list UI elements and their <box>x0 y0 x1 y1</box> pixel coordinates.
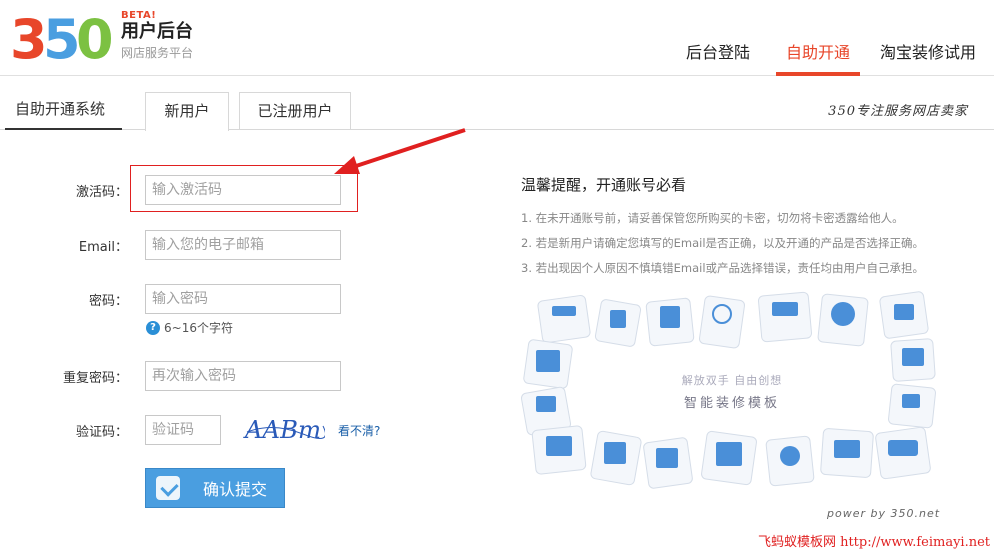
captcha-image[interactable]: AABm <box>243 412 325 444</box>
promo-glyph <box>902 348 924 366</box>
promo-glyph <box>831 302 855 326</box>
password-repeat-input[interactable] <box>145 361 341 391</box>
activation-code-input[interactable] <box>145 175 341 205</box>
promo-glyph <box>716 442 742 466</box>
password-repeat-label: 重复密码： <box>62 371 128 386</box>
activation-label: 激活码： <box>75 185 128 200</box>
tab-registered-user[interactable]: 已注册用户 <box>239 92 351 130</box>
promo-glyph <box>604 442 626 464</box>
checkmark-icon <box>156 476 180 500</box>
nav-self-activate[interactable]: 自助开通 <box>775 38 860 76</box>
promo-tile <box>758 291 812 343</box>
powered-by: power by 350.net <box>827 507 941 520</box>
promo-glyph <box>536 350 560 372</box>
notice-item: 1. 在未开通账号前，请妥善保管您所购买的卡密，切勿将卡密透露给他人。 <box>521 211 904 225</box>
promo-glyph <box>888 440 918 456</box>
promo-glyph <box>552 306 576 316</box>
logo-350[interactable]: 3 5 0 <box>10 12 112 64</box>
promo-glyph <box>536 396 556 412</box>
notice-item: 3. 若出现因个人原因不慎填错Email或产品选择错误，责任均由用户自己承担。 <box>521 261 925 275</box>
system-title: 自助开通系统 <box>5 92 122 130</box>
brand-subtitle: 网店服务平台 <box>121 46 194 60</box>
site-watermark: 飞蚂蚁模板网 http://www.feimayi.net <box>708 533 994 553</box>
email-label: Email： <box>78 240 128 255</box>
promo-title: 智能装修模板 <box>683 396 780 411</box>
top-nav: 后台登陆 自助开通 淘宝装修试用 <box>676 38 994 76</box>
notice-title: 温馨提醒，开通账号必看 <box>521 176 687 194</box>
promo-tile <box>537 295 591 343</box>
promo-glyph <box>834 440 860 458</box>
question-icon: ? <box>146 320 160 335</box>
brand-block: BETA! 用户后台 网店服务平台 <box>121 10 193 61</box>
promo-glyph <box>610 310 626 328</box>
promo-caption: 解放双手 自由创想 智能装修模板 <box>647 372 817 411</box>
password-hint-text: 6~16个字符 <box>164 321 233 335</box>
promo-glyph <box>656 448 678 468</box>
submit-button[interactable]: 确认提交 <box>145 468 285 508</box>
promo-glyph <box>660 306 680 328</box>
site-header: 3 5 0 BETA! 用户后台 网店服务平台 后台登陆 自助开通 淘宝装修试用 <box>0 0 994 76</box>
notice-list: 1. 在未开通账号前，请妥善保管您所购买的卡密，切勿将卡密透露给他人。 2. 若… <box>521 206 991 281</box>
nav-taobao-trial[interactable]: 淘宝装修试用 <box>870 38 994 76</box>
email-input[interactable] <box>145 230 341 260</box>
nav-login[interactable]: 后台登陆 <box>676 38 760 76</box>
beta-badge: BETA! <box>121 10 157 21</box>
promo-glyph <box>780 446 800 466</box>
tab-new-user[interactable]: 新用户 <box>145 92 229 131</box>
slogan: 350专注服务网店卖家 <box>828 104 968 119</box>
pointer-arrow-icon <box>334 128 466 174</box>
svg-text:0: 0 <box>76 12 112 64</box>
password-hint: ? 6~16个字符 <box>146 319 233 336</box>
submit-label: 确认提交 <box>203 482 268 499</box>
promo-glyph <box>546 436 572 456</box>
promo-glyph <box>902 394 920 408</box>
captcha-input[interactable] <box>145 415 221 445</box>
brand-title: 用户后台 <box>121 21 193 42</box>
svg-text:5: 5 <box>43 12 81 64</box>
password-input[interactable] <box>145 284 341 314</box>
promo-glyph <box>894 304 914 320</box>
promo-subtitle: 解放双手 自由创想 <box>681 374 783 387</box>
svg-text:3: 3 <box>10 12 48 64</box>
promo-glyph <box>772 302 798 316</box>
tab-bar: 自助开通系统 新用户 已注册用户 350专注服务网店卖家 <box>0 92 994 131</box>
captcha-refresh-link[interactable]: 看不清? <box>338 422 380 439</box>
captcha-label: 验证码： <box>75 425 128 440</box>
password-label: 密码： <box>88 294 128 309</box>
notice-item: 2. 若是新用户请确定您填写的Email是否正确，以及开通的产品是否选择正确。 <box>521 236 925 250</box>
